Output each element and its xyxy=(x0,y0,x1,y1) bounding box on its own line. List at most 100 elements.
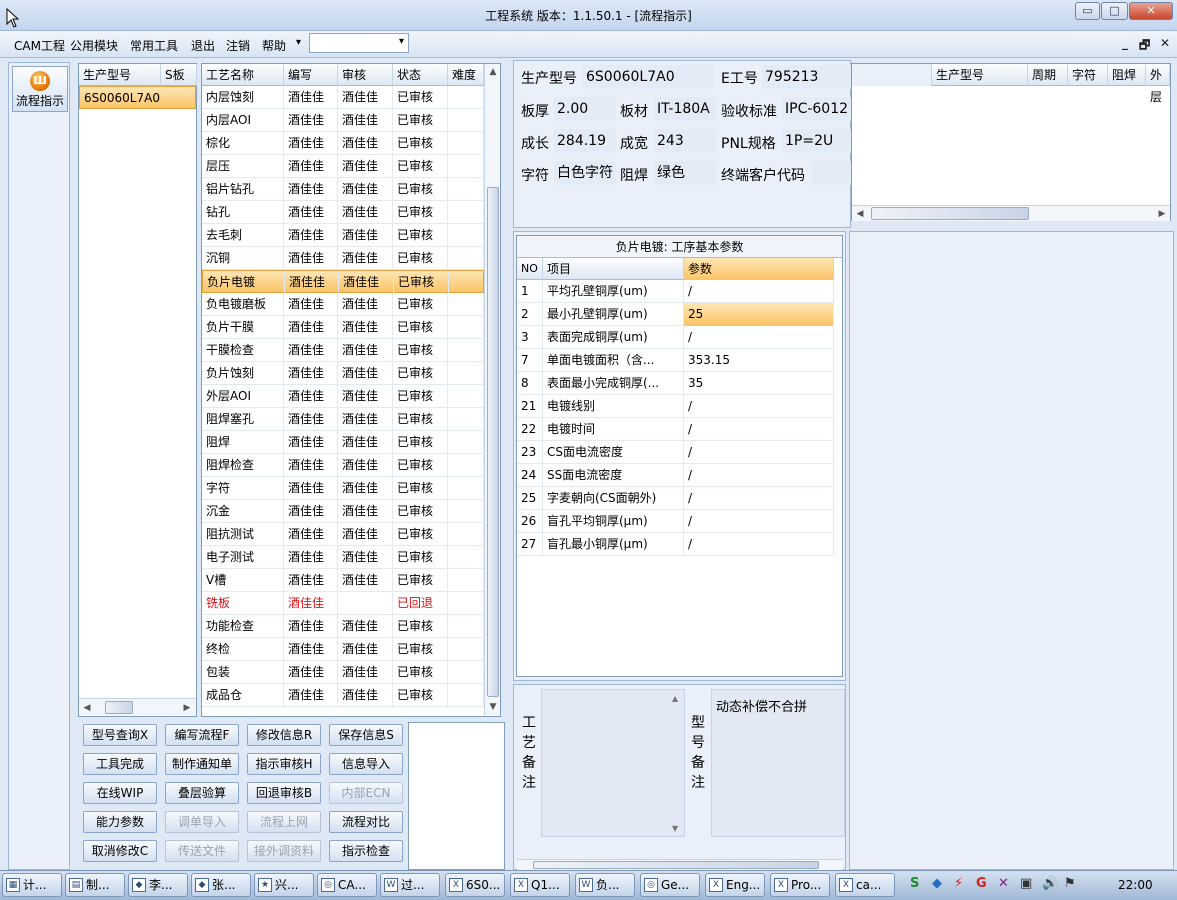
param-cell[interactable]: 25 xyxy=(684,303,834,326)
scroll-thumb[interactable] xyxy=(871,207,1029,220)
taskbar-item[interactable]: ★ 兴... xyxy=(254,873,314,897)
param-cell[interactable]: / xyxy=(684,441,834,464)
close-button[interactable]: ✕ xyxy=(1129,2,1173,20)
action-button[interactable]: 回退审核B xyxy=(247,782,321,804)
action-button[interactable]: 叠层验算 xyxy=(165,782,239,804)
table-row[interactable]: 负电镀磨板 酒佳佳 酒佳佳 已审核 xyxy=(202,293,484,316)
menu-cam[interactable]: CAM工程 xyxy=(14,37,65,54)
action-button[interactable]: 取消修改C xyxy=(83,840,157,862)
taskbar-item[interactable]: X Q1... xyxy=(510,873,570,897)
right-grid-hscroll[interactable]: ◀ ▶ xyxy=(852,205,1170,221)
param-cell[interactable]: / xyxy=(684,464,834,487)
scroll-thumb[interactable] xyxy=(533,861,819,869)
column-header-no[interactable]: NO xyxy=(517,258,543,280)
table-row[interactable]: 铝片钻孔 酒佳佳 酒佳佳 已审核 xyxy=(202,178,484,201)
mdi-close-button[interactable]: ✕ xyxy=(1160,36,1170,50)
help-dropdown-icon[interactable]: ▾ xyxy=(296,37,301,48)
taskbar-item[interactable]: W 负... xyxy=(575,873,635,897)
table-row[interactable]: 字符 酒佳佳 酒佳佳 已审核 xyxy=(202,477,484,500)
action-button[interactable]: 修改信息R xyxy=(247,724,321,746)
taskbar-item[interactable]: ▦ 计... xyxy=(2,873,62,897)
taskbar-item[interactable]: W 过... xyxy=(380,873,440,897)
action-button[interactable]: 型号查询X xyxy=(83,724,157,746)
scroll-down-icon[interactable]: ▼ xyxy=(672,824,678,833)
column-header-difficulty[interactable]: 难度 xyxy=(448,64,484,86)
table-row[interactable]: V槽 酒佳佳 酒佳佳 已审核 xyxy=(202,569,484,592)
column-header-silk[interactable]: 字符 xyxy=(1068,64,1108,86)
action-button[interactable]: 保存信息S xyxy=(329,724,403,746)
param-row[interactable]: 23 CS面电流密度 / xyxy=(517,441,834,464)
tray-icon[interactable]: ⚡ xyxy=(954,876,963,891)
table-row[interactable]: 棕化 酒佳佳 酒佳佳 已审核 xyxy=(202,132,484,155)
param-cell[interactable]: 35 xyxy=(684,372,834,395)
column-header-item[interactable]: 项目 xyxy=(543,258,684,280)
taskbar-item[interactable]: X Pro... xyxy=(770,873,830,897)
mdi-minimize-button[interactable]: _ xyxy=(1122,36,1128,50)
mdi-restore-button[interactable]: 🗗 xyxy=(1139,36,1150,57)
table-row[interactable]: 内层蚀刻 酒佳佳 酒佳佳 已审核 xyxy=(202,86,484,109)
param-cell[interactable]: / xyxy=(684,487,834,510)
column-header-period[interactable]: 周期 xyxy=(1028,64,1068,86)
tray-icon[interactable]: G xyxy=(976,876,987,891)
mask-field[interactable]: 绿色 xyxy=(654,161,716,185)
column-header-outer[interactable]: 外层 xyxy=(1146,64,1170,104)
action-button[interactable]: 工具完成 xyxy=(83,753,157,775)
taskbar-item[interactable]: ◆ 李... xyxy=(128,873,188,897)
param-row[interactable]: 21 电镀线别 / xyxy=(517,395,834,418)
scroll-left-icon[interactable]: ◀ xyxy=(852,206,868,222)
taskbar-item[interactable]: X Eng... xyxy=(705,873,765,897)
param-row[interactable]: 3 表面完成铜厚(um) / xyxy=(517,326,834,349)
tray-icon[interactable]: ▣ xyxy=(1020,876,1032,891)
table-row[interactable]: 阻抗测试 酒佳佳 酒佳佳 已审核 xyxy=(202,523,484,546)
column-header-param[interactable]: 参数 xyxy=(684,258,834,280)
param-cell[interactable]: / xyxy=(684,510,834,533)
scroll-left-icon[interactable]: ◀ xyxy=(79,700,95,716)
table-row[interactable]: 负片干膜 酒佳佳 酒佳佳 已审核 xyxy=(202,316,484,339)
thickness-field[interactable]: 2.00 xyxy=(554,97,616,121)
maximize-button[interactable]: □ xyxy=(1101,2,1128,20)
table-row[interactable]: 去毛刺 酒佳佳 酒佳佳 已审核 xyxy=(202,224,484,247)
taskbar-item[interactable]: ◎ Ge... xyxy=(640,873,700,897)
table-row[interactable]: 终检 酒佳佳 酒佳佳 已审核 xyxy=(202,638,484,661)
tray-icon[interactable]: ⚑ xyxy=(1064,876,1076,891)
table-row[interactable]: 钻孔 酒佳佳 酒佳佳 已审核 xyxy=(202,201,484,224)
param-row[interactable]: 26 盲孔平均铜厚(μm) / xyxy=(517,510,834,533)
param-row[interactable]: 27 盲孔最小铜厚(μm) / xyxy=(517,533,834,556)
table-row[interactable]: 成品仓 酒佳佳 酒佳佳 已审核 xyxy=(202,684,484,707)
tray-icon[interactable]: ◆ xyxy=(932,876,942,891)
param-row[interactable]: 1 平均孔壁铜厚(um) / xyxy=(517,280,834,303)
model-remark-textarea[interactable]: 动态补偿不合拼 xyxy=(711,689,845,837)
action-button[interactable]: 信息导入 xyxy=(329,753,403,775)
table-row[interactable]: 沉金 酒佳佳 酒佳佳 已审核 xyxy=(202,500,484,523)
scroll-up-icon[interactable]: ▲ xyxy=(485,64,501,80)
silk-field[interactable]: 白色字符 xyxy=(554,161,616,185)
param-cell[interactable]: / xyxy=(684,326,834,349)
param-cell[interactable]: / xyxy=(684,533,834,556)
nav-flow-instruction-button[interactable]: Ш 流程指示 xyxy=(12,66,68,112)
menu-common-modules[interactable]: 公用模块 xyxy=(70,37,118,54)
table-row[interactable]: 外层AOI 酒佳佳 酒佳佳 已审核 xyxy=(202,385,484,408)
scroll-thumb[interactable] xyxy=(105,701,133,714)
table-row[interactable]: 沉铜 酒佳佳 酒佳佳 已审核 xyxy=(202,247,484,270)
material-field[interactable]: IT-180A xyxy=(654,97,716,121)
param-row[interactable]: 7 单面电镀面积（含... 353.15 xyxy=(517,349,834,372)
action-button[interactable]: 能力参数 xyxy=(83,811,157,833)
model-list-hscroll[interactable]: ◀ ▶ xyxy=(79,698,196,716)
action-button[interactable]: 制作通知单 xyxy=(165,753,239,775)
process-remark-textarea[interactable]: ▲ ▼ xyxy=(541,689,685,837)
scroll-thumb[interactable] xyxy=(487,187,499,697)
column-header-model[interactable]: 生产型号 xyxy=(79,64,161,86)
column-header-reviewer[interactable]: 审核 xyxy=(338,64,393,86)
param-row[interactable]: 24 SS面电流密度 / xyxy=(517,464,834,487)
taskbar-item[interactable]: X 6S0... xyxy=(445,873,505,897)
model-list-row[interactable]: 6S0060L7A0 xyxy=(79,86,196,109)
process-grid-vscroll[interactable]: ▲ ▼ xyxy=(484,64,500,716)
taskbar-item[interactable]: ◎ CA... xyxy=(317,873,377,897)
table-row[interactable]: 阻焊检查 酒佳佳 酒佳佳 已审核 xyxy=(202,454,484,477)
scroll-up-icon[interactable]: ▲ xyxy=(672,694,678,703)
column-header-mask[interactable]: 阻焊 xyxy=(1108,64,1146,86)
minimize-button[interactable]: ▭ xyxy=(1075,2,1100,20)
table-row[interactable]: 铣板 酒佳佳 已回退 xyxy=(202,592,484,615)
param-row[interactable]: 8 表面最小完成铜厚(... 35 xyxy=(517,372,834,395)
length-field[interactable]: 284.19 xyxy=(554,129,616,153)
